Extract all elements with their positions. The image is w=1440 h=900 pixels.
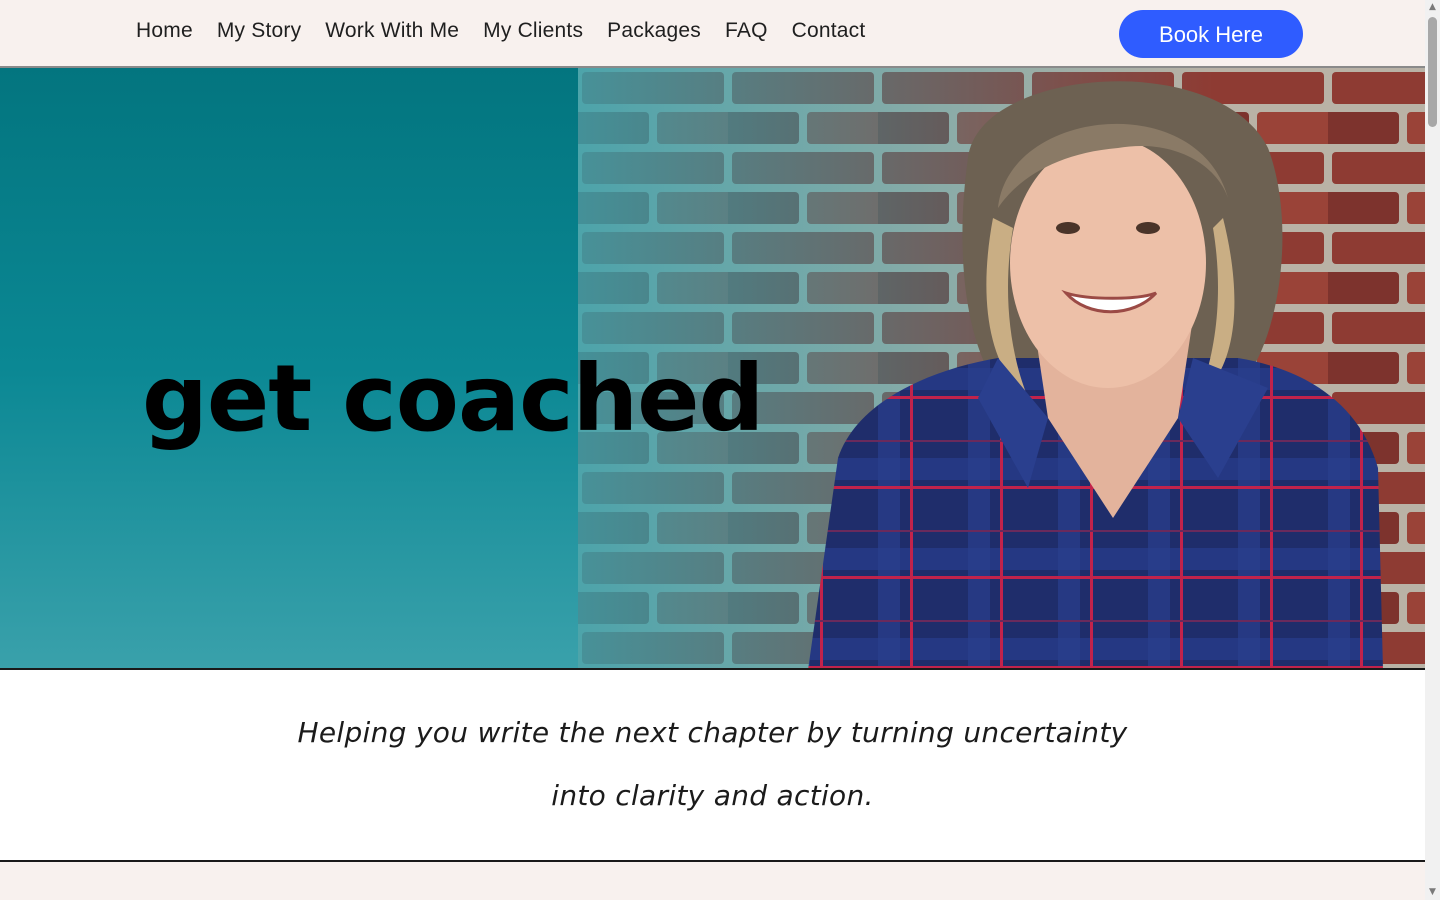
nav-contact[interactable]: Contact (792, 19, 866, 43)
tagline-line-1: Helping you write the next chapter by tu… (297, 716, 1128, 749)
next-section-peek (0, 862, 1425, 900)
scroll-up-arrow-icon[interactable]: ▲ (1425, 0, 1440, 15)
scrollbar-thumb[interactable] (1428, 17, 1437, 127)
hero-section: get coached (0, 68, 1425, 670)
nav-home[interactable]: Home (136, 19, 193, 43)
nav-my-clients[interactable]: My Clients (483, 19, 583, 43)
nav-faq[interactable]: FAQ (725, 19, 768, 43)
book-here-button[interactable]: Book Here (1119, 10, 1303, 58)
nav-my-story[interactable]: My Story (217, 19, 301, 43)
tagline-line-2: into clarity and action. (551, 779, 874, 812)
tagline-section: Helping you write the next chapter by tu… (0, 670, 1425, 862)
site-header: Home My Story Work With Me My Clients Pa… (0, 0, 1425, 68)
nav-packages[interactable]: Packages (607, 19, 701, 43)
hero-title: get coached (142, 345, 764, 452)
main-nav: Home My Story Work With Me My Clients Pa… (136, 19, 865, 43)
scroll-down-arrow-icon[interactable]: ▼ (1425, 885, 1440, 900)
page: Home My Story Work With Me My Clients Pa… (0, 0, 1425, 900)
page-scrollbar[interactable]: ▲ ▼ (1425, 0, 1440, 900)
nav-work-with-me[interactable]: Work With Me (325, 19, 459, 43)
